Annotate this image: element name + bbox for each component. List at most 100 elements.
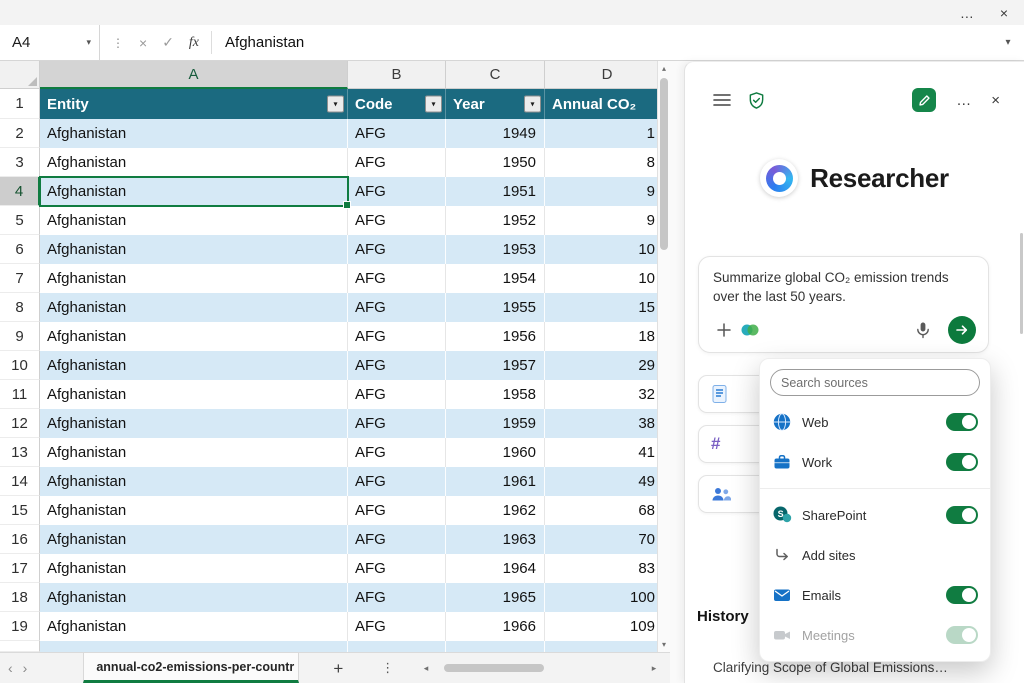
cell-value[interactable]: 10 — [545, 264, 670, 293]
table-header-annual-co2[interactable]: Annual CO₂ — [545, 89, 670, 119]
cell-value[interactable]: 109 — [545, 612, 670, 641]
add-attachment-icon[interactable] — [711, 317, 737, 343]
cell-code[interactable]: AFG — [348, 525, 446, 554]
cell-code[interactable]: AFG — [348, 496, 446, 525]
window-more-icon[interactable]: … — [960, 6, 974, 20]
formula-input[interactable]: Afghanistan — [212, 25, 992, 60]
cell-value[interactable]: 18 — [545, 322, 670, 351]
cell-code[interactable]: AFG — [348, 119, 446, 148]
cell-year[interactable]: 1950 — [446, 148, 545, 177]
cell-entity[interactable]: Afghanistan — [40, 119, 348, 148]
cell-code[interactable]: AFG — [348, 409, 446, 438]
cell-entity[interactable]: Afghanistan — [40, 380, 348, 409]
cell-entity[interactable]: Afghanistan — [40, 206, 348, 235]
cell-value[interactable]: 83 — [545, 554, 670, 583]
column-header-d[interactable]: D — [545, 61, 670, 89]
name-box[interactable]: A4 ▾ — [0, 25, 100, 60]
row-header[interactable]: 8 — [0, 293, 40, 322]
row-header[interactable]: 4 — [0, 177, 40, 206]
vertical-scrollbar[interactable]: ▴ ▾ — [657, 61, 670, 652]
sources-search-input[interactable] — [781, 375, 969, 390]
cell-year[interactable]: 1956 — [446, 322, 545, 351]
send-button[interactable] — [948, 316, 976, 344]
cell-value[interactable]: 9 — [545, 177, 670, 206]
select-all-corner[interactable] — [0, 61, 40, 89]
source-item-sharepoint[interactable]: S SharePoint — [760, 495, 990, 535]
cell-entity[interactable]: Afghanistan — [40, 612, 348, 641]
new-chat-button[interactable] — [912, 88, 937, 112]
scroll-left-icon[interactable]: ◂ — [420, 663, 432, 674]
formula-bar-expand-icon[interactable]: ▾ — [992, 25, 1024, 60]
cell-year[interactable]: 1952 — [446, 206, 545, 235]
cell-year[interactable]: 1964 — [446, 554, 545, 583]
cell-entity[interactable]: Afghanistan — [40, 293, 348, 322]
cell-code[interactable]: AFG — [348, 554, 446, 583]
cell-code[interactable]: AFG — [348, 206, 446, 235]
cell-year[interactable]: 1961 — [446, 467, 545, 496]
cancel-icon[interactable]: × — [139, 35, 147, 51]
window-close-icon[interactable]: × — [1000, 6, 1008, 20]
cell-entity[interactable]: Afghanistan — [40, 554, 348, 583]
source-toggle[interactable] — [946, 453, 978, 471]
shield-check-icon[interactable] — [745, 89, 767, 111]
sheet-tab-active[interactable]: annual-co2-emissions-per-countr — [83, 653, 300, 683]
cell-value[interactable]: 29 — [545, 351, 670, 380]
cell-year[interactable]: 1963 — [446, 525, 545, 554]
source-item-emails[interactable]: Emails — [760, 575, 990, 615]
add-sheet-icon[interactable]: + — [333, 660, 343, 677]
source-item-add-sites[interactable]: Add sites — [760, 535, 990, 575]
cell-year[interactable]: 1955 — [446, 293, 545, 322]
panel-close-icon[interactable]: × — [991, 93, 1000, 108]
cell-value[interactable]: 68 — [545, 496, 670, 525]
row-header[interactable]: 16 — [0, 525, 40, 554]
filter-button[interactable]: ▾ — [425, 95, 442, 113]
column-header-c[interactable]: C — [446, 61, 545, 89]
row-header[interactable]: 12 — [0, 409, 40, 438]
cell-value[interactable]: 49 — [545, 467, 670, 496]
cell-value[interactable]: 32 — [545, 380, 670, 409]
scroll-right-icon[interactable]: ▸ — [648, 663, 660, 674]
vertical-scrollbar-thumb[interactable] — [660, 78, 668, 250]
sheet-prev-icon[interactable]: ‹ — [8, 660, 13, 676]
cell-year[interactable]: 1958 — [446, 380, 545, 409]
row-header[interactable]: 3 — [0, 148, 40, 177]
source-toggle[interactable] — [946, 413, 978, 431]
row-header[interactable]: 18 — [0, 583, 40, 612]
cell-year[interactable]: 1962 — [446, 496, 545, 525]
cell-code[interactable]: AFG — [348, 380, 446, 409]
panel-scrollbar-thumb[interactable] — [1020, 233, 1023, 334]
scroll-up-icon[interactable]: ▴ — [658, 64, 670, 73]
cell-entity[interactable]: Afghanistan — [40, 322, 348, 351]
cell-year[interactable]: 1965 — [446, 583, 545, 612]
cell-value[interactable]: 10 — [545, 235, 670, 264]
row-header[interactable]: 17 — [0, 554, 40, 583]
cell-year[interactable]: 1953 — [446, 235, 545, 264]
cell-year[interactable]: 1954 — [446, 264, 545, 293]
cell-year[interactable]: 1966 — [446, 612, 545, 641]
cell-code[interactable]: AFG — [348, 235, 446, 264]
horizontal-scrollbar[interactable]: ◂ ▸ — [420, 661, 660, 675]
cell-code[interactable]: AFG — [348, 351, 446, 380]
cell-value[interactable]: 41 — [545, 438, 670, 467]
formula-kebab-icon[interactable]: ⋮ — [112, 36, 124, 50]
row-header[interactable]: 1 — [0, 89, 40, 119]
microphone-icon[interactable] — [910, 317, 936, 343]
cell-value[interactable]: 8 — [545, 148, 670, 177]
cell-value[interactable]: 15 — [545, 293, 670, 322]
cell-code[interactable]: AFG — [348, 148, 446, 177]
filter-button[interactable]: ▾ — [524, 95, 541, 113]
row-header[interactable]: 2 — [0, 119, 40, 148]
cell-year[interactable]: 1960 — [446, 438, 545, 467]
row-header[interactable]: 6 — [0, 235, 40, 264]
cell-value[interactable]: 38 — [545, 409, 670, 438]
panel-more-icon[interactable]: … — [956, 93, 971, 108]
row-header[interactable]: 10 — [0, 351, 40, 380]
cell-code[interactable]: AFG — [348, 467, 446, 496]
cell-entity[interactable]: Afghanistan — [40, 351, 348, 380]
cell-year[interactable]: 1951 — [446, 177, 545, 206]
source-item-work[interactable]: Work — [760, 442, 990, 482]
name-box-chevron-icon[interactable]: ▾ — [86, 37, 91, 48]
sheet-kebab-icon[interactable]: ⋮ — [381, 660, 394, 676]
cell-entity[interactable]: Afghanistan — [40, 235, 348, 264]
row-header[interactable]: 5 — [0, 206, 40, 235]
